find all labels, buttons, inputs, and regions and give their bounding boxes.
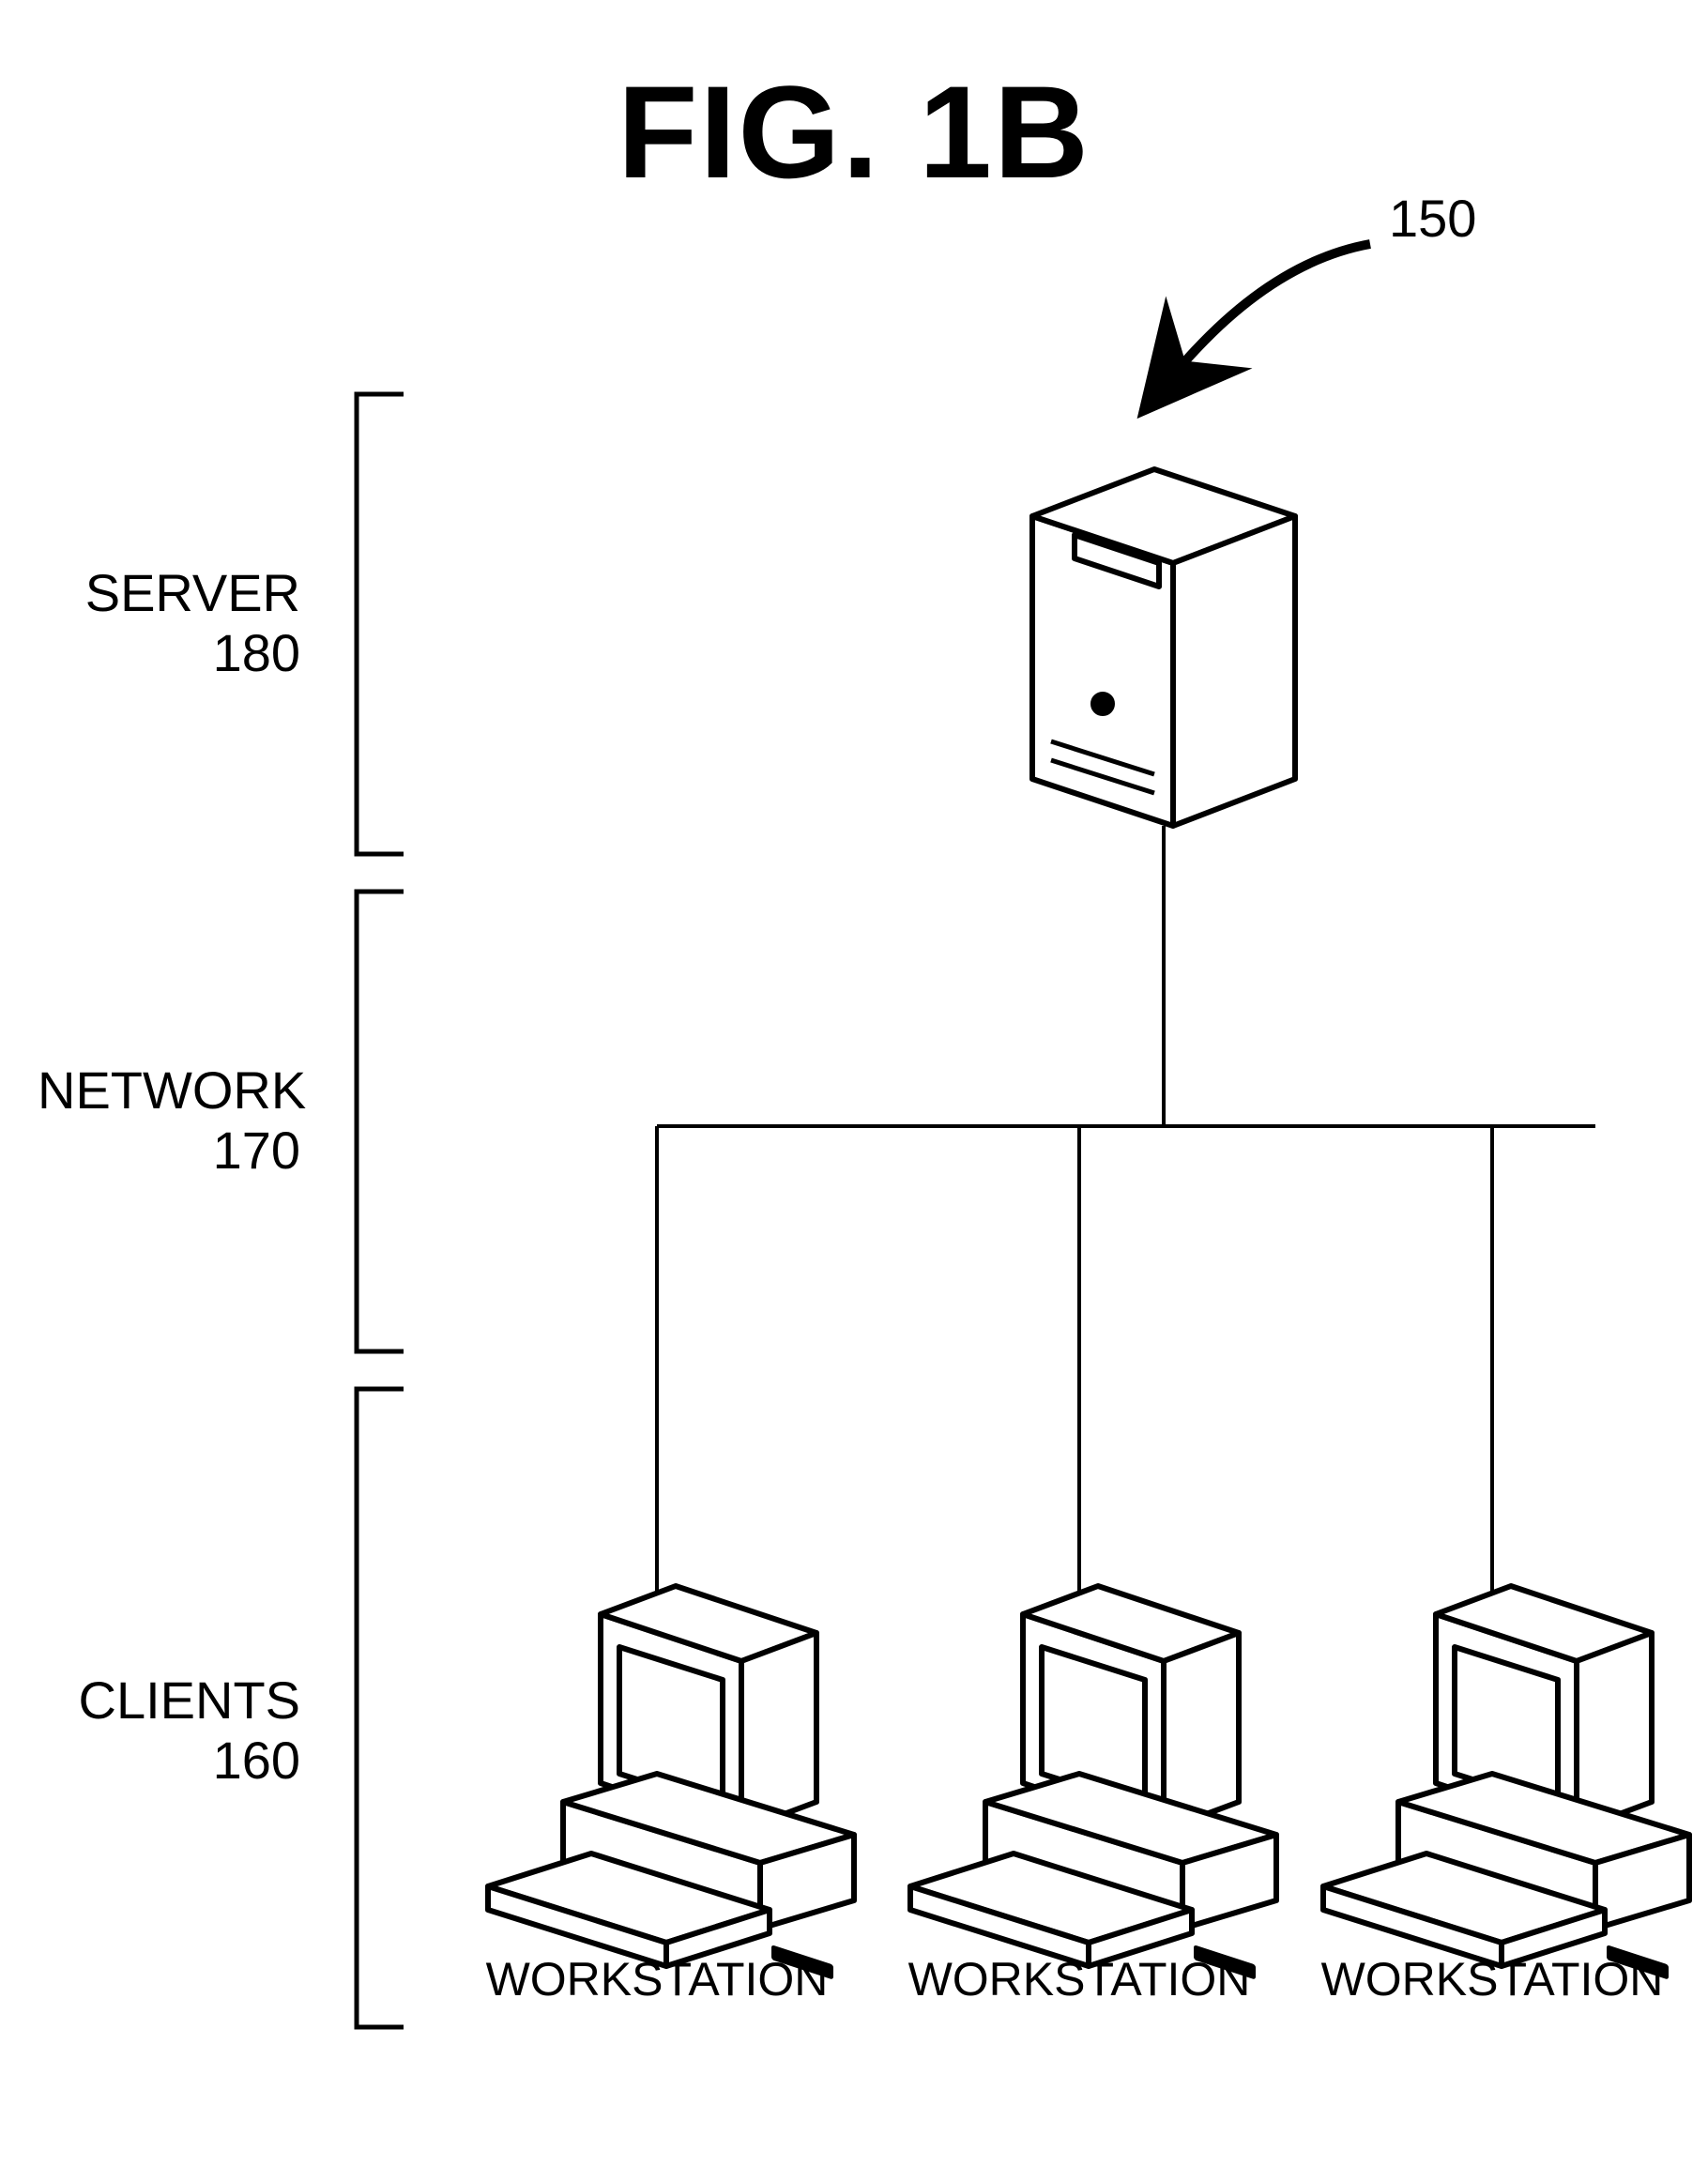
workstation-1-icon: [488, 1586, 854, 1976]
reference-arrow: [1173, 244, 1370, 375]
network-lines: [657, 826, 1595, 1699]
workstation-2-icon: [910, 1586, 1276, 1976]
bracket-clients: [357, 1389, 404, 2027]
figure-page: FIG. 1B 150 SERVER 180 NETWORK 170 CLIEN…: [0, 0, 1708, 2166]
workstation-3-icon: [1323, 1586, 1689, 1976]
bracket-network: [357, 892, 404, 1351]
diagram-canvas: [0, 0, 1708, 2166]
bracket-server: [357, 394, 404, 854]
server-icon: [1032, 469, 1295, 826]
